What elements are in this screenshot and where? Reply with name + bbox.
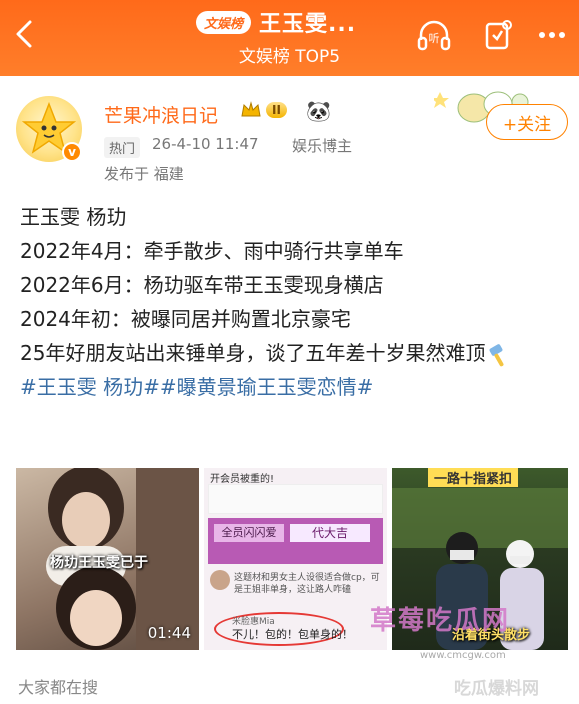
follow-button[interactable]: +关注 bbox=[486, 104, 568, 140]
panda-icon: 🐼 bbox=[306, 99, 331, 123]
top-header: 文娱榜 王玉雯... 文娱榜 TOP5 听 bbox=[0, 0, 579, 76]
post-timestamp: 26-4-10 11:47 bbox=[152, 135, 259, 153]
hashtag-links[interactable]: #王玉雯 杨玏##曝黄景瑜王玉雯恋情# bbox=[20, 370, 565, 404]
video-caption: 杨玏王玉雯已于 bbox=[50, 555, 148, 571]
watermark-secondary: 吃瓜爆料网 bbox=[454, 679, 539, 699]
listen-label: 听 bbox=[429, 32, 440, 45]
collect-button[interactable] bbox=[478, 16, 516, 54]
reply-text: 不儿！包的！包单身的！ bbox=[232, 628, 353, 641]
headphones-icon: 听 bbox=[417, 20, 451, 51]
more-button[interactable] bbox=[536, 16, 574, 54]
crown-icon bbox=[241, 101, 261, 117]
screenshot-image[interactable]: 开会员被重的! 全员闪闪爱 代大吉 这题材和男女主人设很适合做cp，可是王姐非单… bbox=[204, 468, 387, 650]
level-number: II bbox=[266, 102, 287, 118]
banner-label-2: 代大吉 bbox=[290, 524, 370, 542]
post-line: 2024年初：被曝同居并购置北京豪宅 bbox=[20, 307, 351, 331]
watermark-main: 草莓吃瓜网 bbox=[370, 606, 511, 636]
hammer-emoji-icon bbox=[489, 343, 504, 366]
ranking-badge: 文娱榜 bbox=[196, 10, 252, 34]
header-title-row: 文娱榜 王玉雯... bbox=[196, 6, 356, 38]
comment-text: 这题材和男女主人设很适合做cp，可是王姐非单身，这让路人咋磕 bbox=[234, 573, 380, 595]
listen-button[interactable]: 听 bbox=[415, 16, 453, 54]
level-badge: II bbox=[240, 99, 287, 121]
more-dots-icon bbox=[539, 32, 565, 38]
username[interactable]: 芒果冲浪日记 bbox=[104, 101, 218, 128]
post-content: 王玉雯 杨玏 2022年4月：牵手散步、雨中骑行共享单车 2022年6月：杨玏驱… bbox=[20, 200, 565, 404]
photo-top-caption: 一路十指紧扣 bbox=[428, 468, 519, 487]
image-banner: 全员闪闪爱 代大吉 bbox=[208, 518, 383, 564]
post-line: 2022年4月：牵手散步、雨中骑行共享单车 bbox=[20, 239, 404, 263]
verified-icon: v bbox=[62, 142, 82, 162]
post-line-with-emoji: 25年好朋友站出来锤单身，谈了五年差十岁果然难顶 bbox=[20, 336, 565, 370]
watermark-url: www.cmcgw.com bbox=[420, 650, 506, 661]
hot-tag: 热门 bbox=[104, 137, 141, 158]
author-role: 娱乐博主 bbox=[292, 137, 353, 155]
trending-search-label[interactable]: 大家都在搜 bbox=[18, 674, 98, 698]
post-line: 25年好朋友站出来锤单身，谈了五年差十岁果然难顶 bbox=[20, 341, 486, 365]
post-line: 王玉雯 杨玏 bbox=[20, 205, 127, 229]
image-text-block bbox=[208, 484, 383, 514]
video-duration: 01:44 bbox=[147, 624, 191, 642]
post-line: 2022年6月：杨玏驱车带王玉雯现身横店 bbox=[20, 273, 384, 297]
video-thumbnail[interactable]: 杨玏王玉雯已于 01:44 bbox=[16, 468, 199, 650]
banner-label-1: 全员闪闪爱 bbox=[214, 524, 284, 542]
page-title: 王玉雯... bbox=[259, 12, 357, 37]
comment-avatar bbox=[210, 570, 230, 590]
bookmark-icon bbox=[485, 20, 512, 50]
image-top-text: 开会员被重的! bbox=[210, 474, 275, 485]
post-location: 发布于 福建 bbox=[104, 165, 184, 183]
